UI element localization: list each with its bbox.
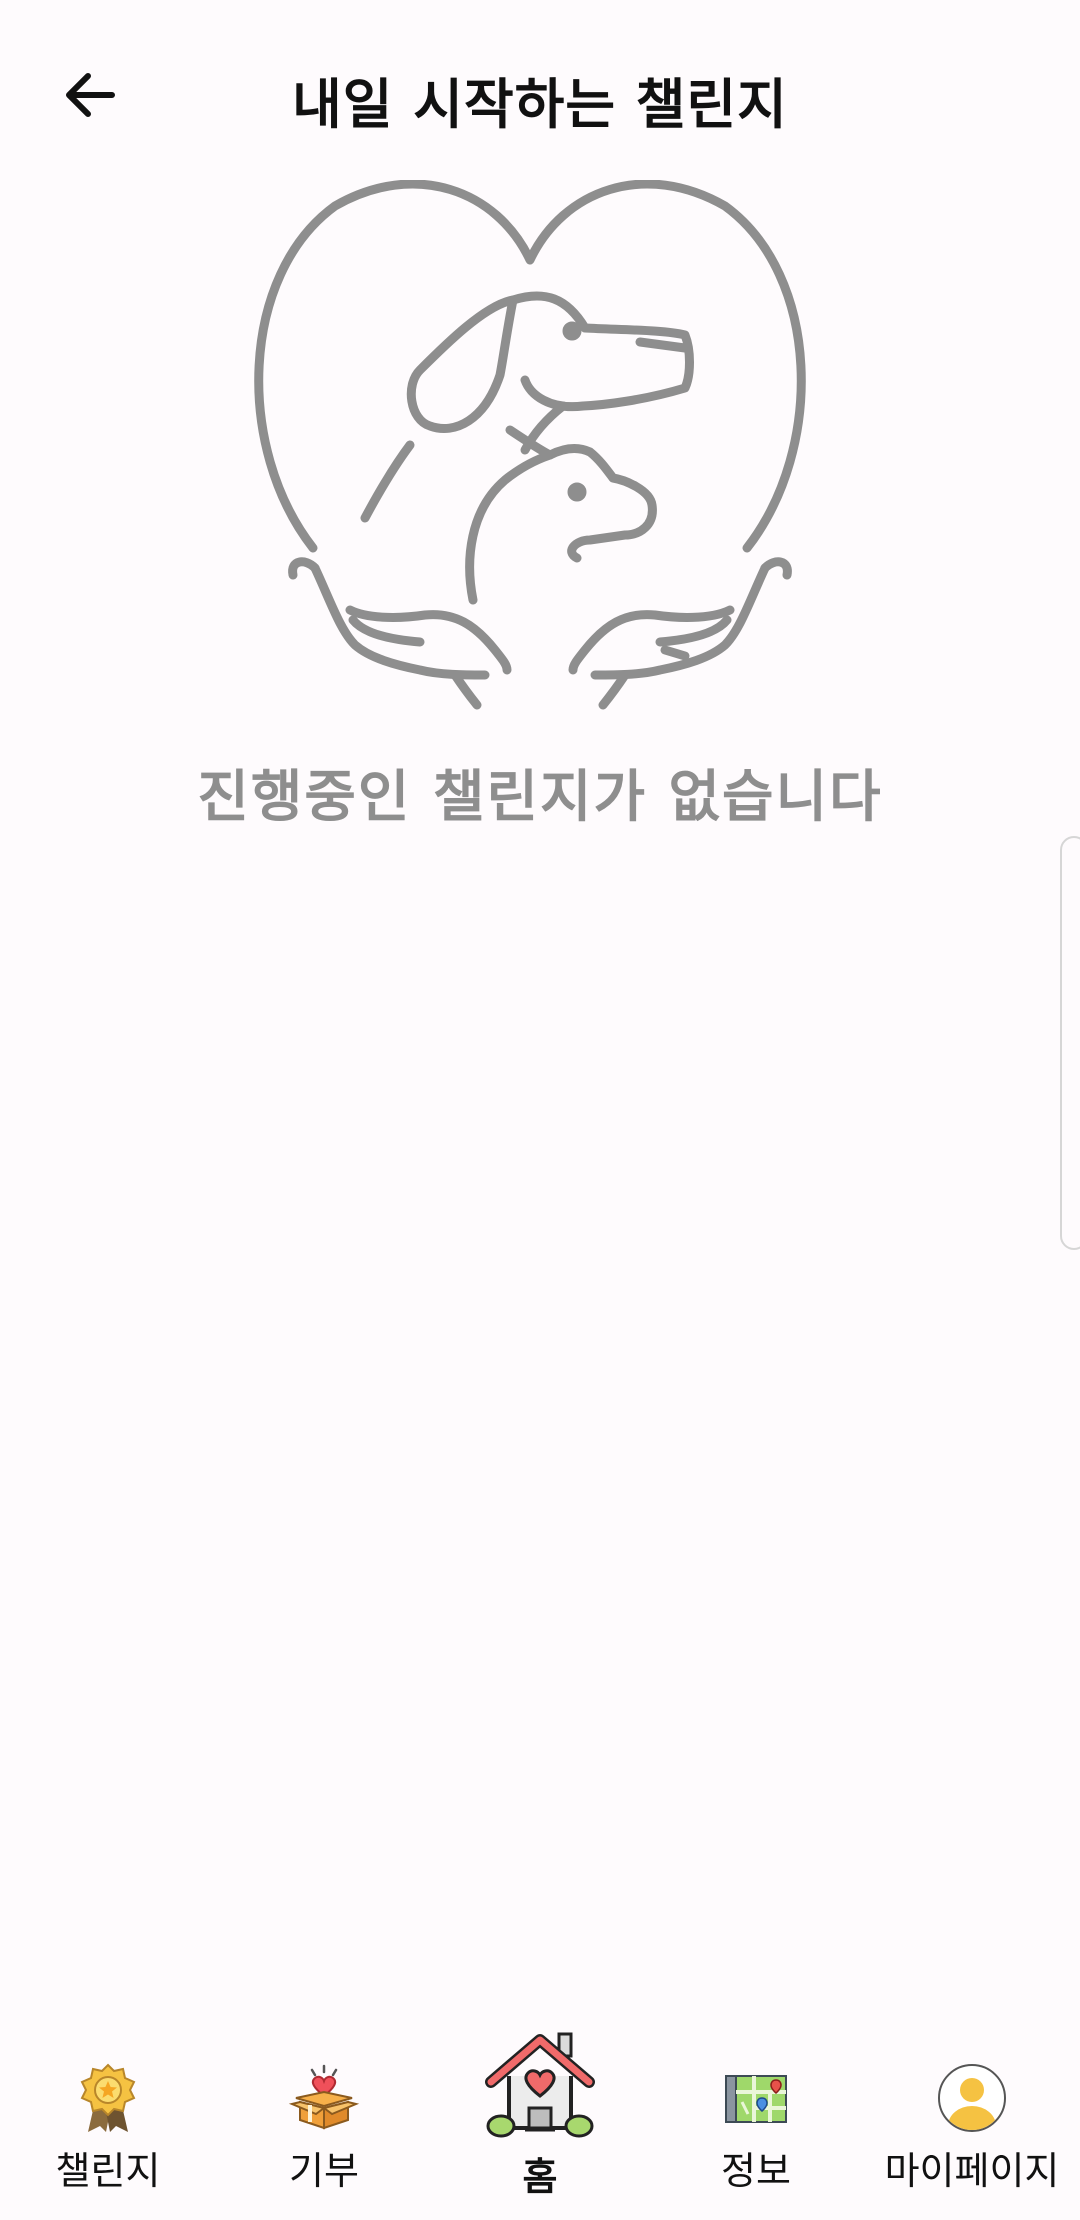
nav-item-info[interactable]: 정보 bbox=[648, 2020, 864, 2220]
profile-icon bbox=[938, 2064, 1006, 2132]
app-bar: 내일 시작하는 챌린지 bbox=[0, 0, 1080, 190]
page-title: 내일 시작하는 챌린지 bbox=[292, 73, 788, 136]
gift-box-icon bbox=[288, 2064, 360, 2130]
map-icon bbox=[725, 2075, 787, 2123]
edge-panel-handle[interactable] bbox=[1060, 836, 1080, 1250]
medal-icon bbox=[80, 2063, 136, 2132]
nav-label-donation: 기부 bbox=[289, 2149, 359, 2193]
nav-item-home[interactable]: 홈 bbox=[432, 2020, 648, 2220]
nav-label-info: 정보 bbox=[721, 2149, 791, 2193]
nav-label-challenge: 챌린지 bbox=[55, 2149, 161, 2193]
pets-heart-illustration bbox=[254, 180, 806, 710]
nav-item-donation[interactable]: 기부 bbox=[216, 2020, 432, 2220]
nav-item-challenge[interactable]: 챌린지 bbox=[0, 2020, 216, 2220]
empty-state-message: 진행중인 챌린지가 없습니다 bbox=[197, 765, 883, 830]
nav-label-home: 홈 bbox=[522, 2155, 558, 2199]
nav-item-mypage[interactable]: 마이페이지 bbox=[864, 2020, 1080, 2220]
home-icon bbox=[485, 2032, 595, 2138]
bottom-nav: 챌린지 기부 홈 정보 마이페이지 bbox=[0, 2020, 1080, 2220]
nav-label-mypage: 마이페이지 bbox=[884, 2149, 1060, 2193]
